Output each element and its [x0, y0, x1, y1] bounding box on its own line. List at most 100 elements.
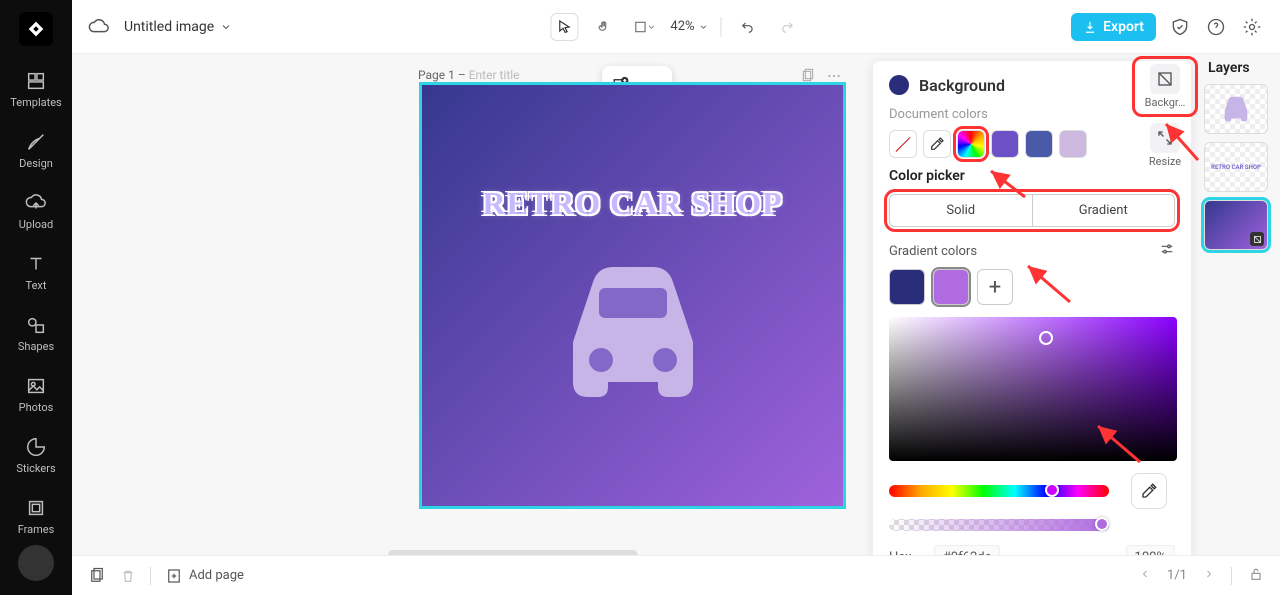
- gradient-stops: +: [889, 269, 1175, 305]
- action-resize[interactable]: Resize: [1136, 119, 1194, 172]
- eyedropper-swatch[interactable]: [923, 130, 951, 158]
- main-canvas-area: Page 1 – Enter title RETRO CAR SHOP Ba: [72, 54, 1280, 555]
- layer-thumb-car[interactable]: [1204, 84, 1268, 134]
- lock-icon[interactable]: [1248, 566, 1264, 586]
- sidebar-item-frames[interactable]: Frames: [0, 497, 72, 536]
- templates-icon: [25, 70, 47, 92]
- redo-button[interactable]: [774, 13, 802, 41]
- eyedropper-button[interactable]: [1131, 473, 1167, 509]
- sidebar-item-label: Frames: [18, 523, 55, 536]
- sidebar-item-upload[interactable]: Upload: [0, 192, 72, 231]
- chevron-down-icon: [646, 22, 656, 32]
- sidebar-item-design[interactable]: Design: [0, 131, 72, 170]
- car-icon: [533, 242, 733, 422]
- export-label: Export: [1103, 19, 1144, 35]
- text-icon: [25, 253, 47, 275]
- sidebar-item-text[interactable]: Text: [0, 253, 72, 292]
- add-page-label: Add page: [189, 568, 244, 583]
- gradient-stop-2[interactable]: [933, 269, 969, 305]
- resize-icon: [1150, 123, 1180, 153]
- no-color-swatch[interactable]: [889, 130, 917, 158]
- gradient-settings-icon[interactable]: [1159, 241, 1175, 261]
- hand-tool-button[interactable]: [590, 13, 618, 41]
- sidebar-item-shapes[interactable]: Shapes: [0, 314, 72, 353]
- sv-marker[interactable]: [1039, 331, 1053, 345]
- hue-slider[interactable]: [889, 485, 1109, 497]
- panel-title: Background: [919, 76, 1147, 95]
- layer-text-preview: RETRO CAR SHOP: [1211, 164, 1261, 171]
- doc-color-3[interactable]: [1059, 130, 1087, 158]
- upload-icon: [25, 192, 47, 214]
- cloud-save-icon[interactable]: [88, 16, 110, 38]
- topbar: Untitled image 42% Export: [72, 0, 1280, 54]
- select-tool-button[interactable]: [550, 13, 578, 41]
- canvas-heading-text: RETRO CAR SHOP: [482, 185, 782, 222]
- action-label: Resize: [1149, 155, 1181, 168]
- add-page-icon: [165, 567, 183, 585]
- gradient-colors-label: Gradient colors: [889, 244, 977, 259]
- color-wheel-swatch[interactable]: [957, 130, 985, 158]
- document-title-text: Untitled image: [124, 19, 214, 35]
- sidebar-item-label: Design: [19, 157, 53, 170]
- sidebar-item-label: Shapes: [18, 340, 54, 353]
- page-header[interactable]: Page 1 – Enter title: [418, 68, 520, 82]
- shield-icon[interactable]: [1168, 15, 1192, 39]
- left-toolbar: Templates Design Upload Text Shapes Phot…: [0, 0, 72, 595]
- zoom-value: 42%: [670, 19, 694, 34]
- page-counter: 1/1: [1167, 568, 1187, 583]
- canvas[interactable]: RETRO CAR SHOP: [419, 82, 846, 509]
- gradient-stop-1[interactable]: [889, 269, 925, 305]
- tab-gradient[interactable]: Gradient: [1032, 195, 1175, 226]
- doc-color-1[interactable]: [991, 130, 1019, 158]
- photos-icon: [25, 375, 47, 397]
- layer-thumb-background[interactable]: [1204, 200, 1268, 250]
- bottom-bar: Add page 1/1: [72, 555, 1280, 595]
- chevron-down-icon: [699, 22, 709, 32]
- export-button[interactable]: Export: [1071, 13, 1156, 41]
- next-page-button[interactable]: [1203, 568, 1215, 584]
- add-gradient-stop[interactable]: +: [977, 269, 1013, 305]
- sidebar-item-label: Upload: [19, 218, 53, 231]
- hue-marker[interactable]: [1045, 483, 1059, 497]
- design-icon: [25, 131, 47, 153]
- color-mode-tabs: Solid Gradient: [889, 194, 1175, 227]
- saturation-value-picker[interactable]: [889, 317, 1177, 461]
- pages-overview-button[interactable]: [88, 567, 106, 585]
- doc-color-2[interactable]: [1025, 130, 1053, 158]
- crop-tool-button[interactable]: [630, 13, 658, 41]
- sidebar-item-photos[interactable]: Photos: [0, 375, 72, 414]
- sidebar-item-label: Stickers: [16, 462, 55, 475]
- frames-icon: [25, 497, 47, 519]
- settings-icon[interactable]: [1240, 15, 1264, 39]
- background-icon: [1150, 64, 1180, 94]
- export-icon: [1083, 20, 1097, 34]
- sidebar-item-templates[interactable]: Templates: [0, 70, 72, 109]
- prev-page-button[interactable]: [1139, 568, 1151, 584]
- canvas-background: RETRO CAR SHOP: [422, 85, 843, 506]
- zoom-control[interactable]: 42%: [670, 19, 708, 34]
- layers-title: Layers: [1204, 60, 1280, 76]
- undo-button[interactable]: [734, 13, 762, 41]
- app-logo[interactable]: [19, 12, 53, 46]
- sidebar-item-stickers[interactable]: Stickers: [0, 436, 72, 475]
- action-background[interactable]: Backgr…: [1136, 60, 1194, 113]
- bg-layer-badge: [1250, 232, 1264, 246]
- sidebar-item-label: Text: [26, 279, 47, 292]
- alpha-slider[interactable]: [889, 519, 1109, 531]
- sidebar-item-label: Photos: [19, 401, 54, 414]
- page-title-placeholder: Enter title: [469, 68, 520, 82]
- right-actions: Backgr… Resize: [1132, 60, 1198, 172]
- add-page-button[interactable]: Add page: [165, 567, 244, 585]
- help-icon[interactable]: [1204, 15, 1228, 39]
- tab-solid[interactable]: Solid: [890, 195, 1032, 226]
- alpha-marker[interactable]: [1095, 517, 1109, 531]
- shapes-icon: [25, 314, 47, 336]
- document-title[interactable]: Untitled image: [124, 19, 232, 35]
- chevron-down-icon: [220, 21, 232, 33]
- delete-page-button[interactable]: [120, 568, 136, 584]
- stickers-icon: [25, 436, 47, 458]
- avatar[interactable]: [18, 545, 54, 581]
- layer-thumb-text[interactable]: RETRO CAR SHOP: [1204, 142, 1268, 192]
- action-label: Backgr…: [1145, 96, 1186, 109]
- current-bg-swatch: [889, 75, 909, 95]
